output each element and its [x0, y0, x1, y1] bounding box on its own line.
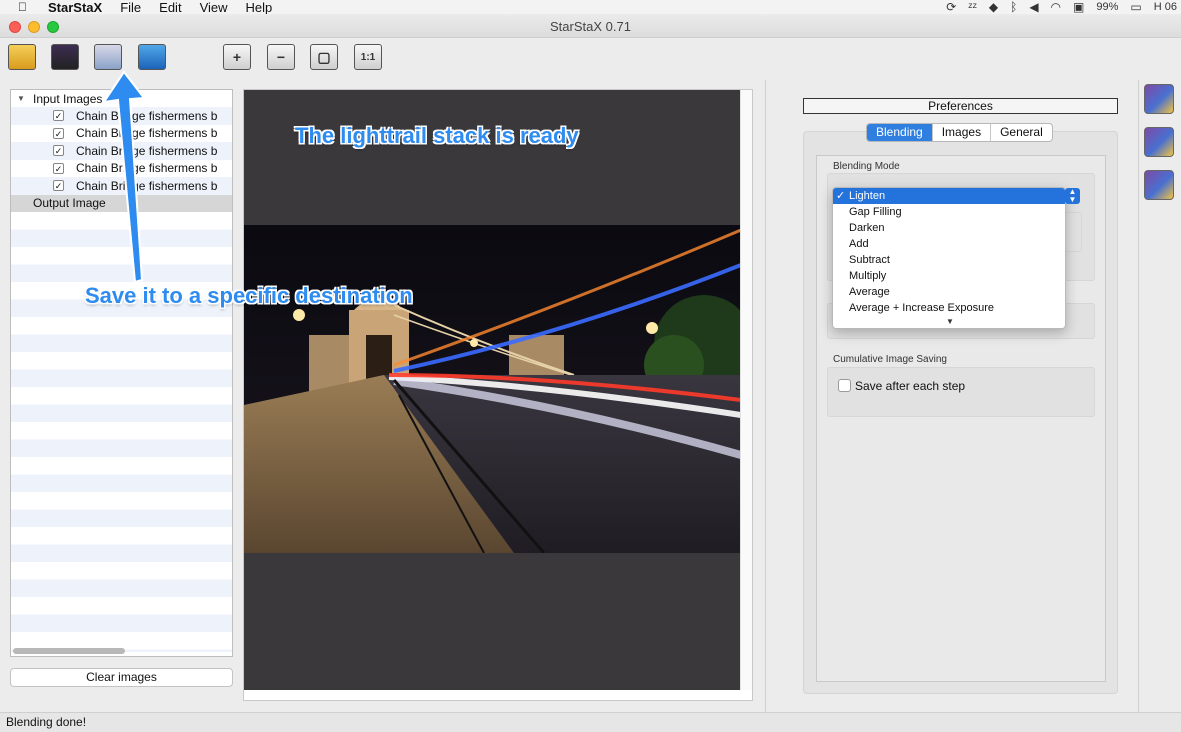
light-trail-photo: [244, 225, 741, 553]
blending-mode-label: Blending Mode: [833, 161, 900, 172]
zoom-in-icon: +: [223, 44, 251, 70]
item-checkbox[interactable]: ✓: [53, 127, 64, 139]
option-add[interactable]: Add: [833, 236, 1065, 252]
dropdown-stepper-icon[interactable]: ▲ ▼: [1065, 188, 1080, 204]
battery-percent: 99%: [1096, 1, 1119, 13]
actual-size-button[interactable]: 1:1: [352, 42, 384, 72]
tab-general[interactable]: General: [991, 124, 1052, 141]
option-multiply[interactable]: Multiply: [833, 268, 1065, 284]
bluetooth-icon[interactable]: ᛒ: [1010, 0, 1017, 14]
clear-images-button[interactable]: Clear images: [10, 668, 233, 687]
horizontal-scrollbar[interactable]: [13, 648, 125, 654]
preferences-gear-icon[interactable]: [1144, 84, 1174, 114]
save-as-icon: [138, 44, 166, 70]
annotation-arrow-icon: [101, 70, 146, 284]
wifi-icon[interactable]: ◠: [1051, 0, 1061, 14]
scroll-down-arrow-icon[interactable]: ▼: [946, 317, 954, 326]
menu-status-area: ⟳ ᶻᶻ ◆ ᛒ ◀ ◠ ▣ 99% ▭ H 06: [946, 0, 1181, 14]
tab-images[interactable]: Images: [933, 124, 992, 141]
sleep-icon[interactable]: ᶻᶻ: [968, 0, 977, 14]
window-title: StarStaX 0.71: [550, 19, 631, 34]
title-bar: StarStaX 0.71: [0, 14, 1181, 38]
photo-illustration: [244, 225, 741, 553]
fit-window-button[interactable]: ▢: [308, 42, 340, 72]
annotation-ready: The lighttrail stack is ready: [295, 123, 579, 148]
preview-canvas[interactable]: [244, 90, 741, 690]
open-folder-icon: [8, 44, 36, 70]
menu-bar:  StarStaX File Edit View Help ⟳ ᶻᶻ ◆ ᛒ …: [0, 0, 1181, 14]
menu-edit[interactable]: Edit: [159, 0, 181, 14]
star-wand-icon[interactable]: [1144, 170, 1174, 200]
save-image-button[interactable]: [92, 42, 124, 72]
option-average[interactable]: Average: [833, 284, 1065, 300]
zoom-out-button[interactable]: −: [265, 42, 297, 72]
option-average-increase-exposure[interactable]: Average + Increase Exposure: [833, 300, 1065, 316]
sync-icon[interactable]: ⟳: [946, 0, 956, 14]
calendar-icon[interactable]: ▣: [1073, 0, 1084, 14]
menu-file[interactable]: File: [120, 0, 141, 14]
menu-clock[interactable]: H 06: [1154, 1, 1177, 13]
volume-icon[interactable]: ◀: [1029, 0, 1038, 14]
item-checkbox[interactable]: ✓: [53, 145, 64, 157]
option-gap-filling[interactable]: Gap Filling: [833, 204, 1065, 220]
status-bar: Blending done!: [0, 712, 1181, 732]
check-icon: ✓: [836, 190, 846, 202]
option-darken[interactable]: Darken: [833, 220, 1065, 236]
menu-app-name[interactable]: StarStaX: [48, 0, 102, 14]
fit-window-icon: ▢: [310, 44, 338, 70]
preferences-tabs: Blending Images General: [866, 123, 1053, 142]
vertical-scrollbar[interactable]: [740, 90, 752, 690]
zoom-out-icon: −: [267, 44, 295, 70]
tab-blending[interactable]: Blending: [867, 124, 933, 141]
battery-icon[interactable]: ▭: [1130, 0, 1141, 14]
annotation-save: Save it to a specific destination: [85, 283, 413, 308]
zoom-in-button[interactable]: +: [221, 42, 253, 72]
item-checkbox[interactable]: ✓: [53, 110, 64, 122]
menu-view[interactable]: View: [200, 0, 228, 14]
evernote-icon[interactable]: ◆: [989, 0, 998, 14]
item-checkbox[interactable]: ✓: [53, 180, 64, 192]
option-subtract[interactable]: Subtract: [833, 252, 1065, 268]
save-after-each-step-label: Save after each step: [855, 379, 966, 393]
disclosure-triangle-icon[interactable]: ▼: [17, 94, 29, 103]
save-icon: [94, 44, 122, 70]
blending-mode-dropdown[interactable]: ✓ Lighten Gap Filling Darken Add Subtract…: [832, 187, 1066, 329]
item-checkbox[interactable]: ✓: [53, 162, 64, 174]
preview-area: [243, 89, 753, 701]
open-images-button[interactable]: [6, 42, 38, 72]
open-dark-frames-button[interactable]: [49, 42, 81, 72]
menu-help[interactable]: Help: [246, 0, 273, 14]
save-after-each-step-checkbox[interactable]: [838, 379, 851, 392]
preferences-title: Preferences: [803, 98, 1118, 114]
apple-menu-icon[interactable]: : [18, 0, 36, 14]
option-lighten[interactable]: ✓ Lighten: [833, 188, 1065, 204]
cumulative-saving-label: Cumulative Image Saving: [833, 354, 947, 365]
save-as-button[interactable]: [136, 42, 168, 72]
dark-frames-icon: [51, 44, 79, 70]
toolbar: + − ▢ 1:1: [0, 38, 1181, 78]
actual-size-icon: 1:1: [354, 44, 382, 70]
tools-icon[interactable]: [1144, 127, 1174, 157]
